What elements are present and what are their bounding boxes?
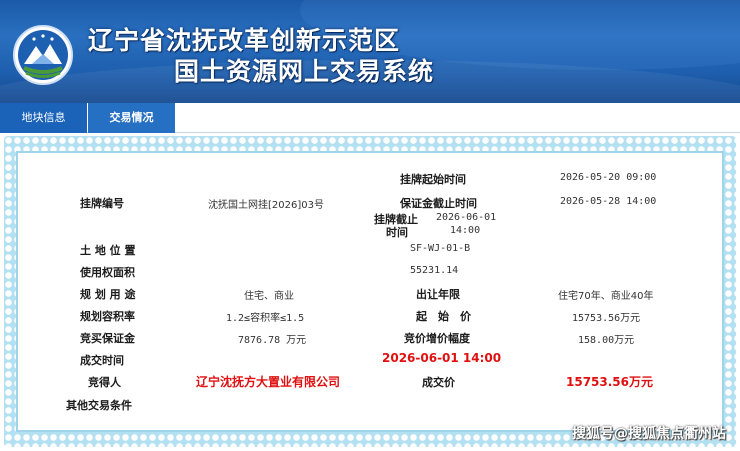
listing-start-label: 挂牌起始时间 (400, 173, 466, 186)
content-frame: 挂牌起始时间 2026-05-20 09:00 挂牌编号 沈抚国土网挂[2026… (4, 136, 736, 447)
other-conditions-label: 其他交易条件 (66, 399, 132, 412)
location-value: SF-WJ-01-B (410, 243, 471, 254)
usage-value: 住宅、商业 (244, 291, 294, 302)
increment-value: 158.00万元 (578, 335, 635, 346)
deal-time-value: 2026-06-01 14:00 (382, 351, 502, 365)
deal-price-label: 成交价 (422, 376, 455, 389)
listing-end-value-time: 14:00 (450, 225, 481, 236)
far-label: 规划容积率 (80, 310, 135, 323)
listing-no-value: 沈抚国土网挂[2026]03号 (208, 200, 324, 211)
deal-price-value: 15753.56万元 (566, 375, 654, 389)
deposit-deadline-value: 2026-05-28 14:00 (560, 196, 657, 207)
deposit-deadline-label: 保证金截止时间 (400, 197, 477, 210)
winner-label: 竞得人 (88, 376, 121, 389)
far-value: 1.2≤容积率≤1.5 (226, 313, 305, 324)
start-price-label: 起 始 价 (416, 310, 471, 323)
deal-time-label: 成交时间 (80, 354, 124, 367)
tab-transaction[interactable]: 交易情况 (88, 103, 175, 133)
area-value: 55231.14 (410, 265, 459, 276)
bid-deposit-value: 7876.78 万元 (238, 335, 307, 346)
listing-end-label-b: 时间 (386, 226, 408, 239)
usage-label: 规 划 用 途 (80, 288, 136, 301)
tab-bar: 地块信息 交易情况 (0, 103, 740, 133)
listing-end-value-date: 2026-06-01 (436, 212, 497, 223)
tab-parcel-info[interactable]: 地块信息 (0, 103, 87, 133)
listing-no-label: 挂牌编号 (80, 197, 124, 210)
listing-start-value: 2026-05-20 09:00 (560, 172, 657, 183)
watermark: 搜狐号@搜狐焦点衢州站 (572, 426, 726, 442)
start-price-value: 15753.56万元 (572, 313, 641, 324)
term-value: 住宅70年、商业40年 (558, 291, 654, 302)
transaction-details: 挂牌起始时间 2026-05-20 09:00 挂牌编号 沈抚国土网挂[2026… (16, 151, 724, 432)
increment-label: 竞价增价幅度 (404, 332, 470, 345)
winner-value: 辽宁沈抚方大置业有限公司 (196, 375, 341, 389)
location-label: 土 地 位 置 (80, 244, 136, 257)
term-label: 出让年限 (416, 288, 460, 301)
emblem-icon (13, 25, 73, 85)
header-banner: 辽宁省沈抚改革创新示范区 国土资源网上交易系统 (0, 0, 740, 103)
system-title-line2: 国土资源网上交易系统 (174, 57, 435, 86)
bid-deposit-label: 竞买保证金 (80, 332, 135, 345)
area-label: 使用权面积 (80, 266, 135, 279)
